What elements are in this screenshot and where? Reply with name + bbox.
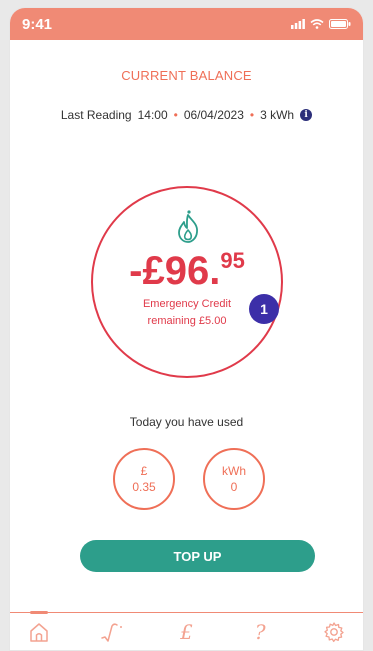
pound-icon: £ [180, 619, 193, 644]
last-reading-time: 14:00 [137, 108, 168, 122]
nav-settings[interactable] [321, 619, 347, 645]
usage-summary: £ 0.35 kWh 0 [113, 448, 265, 510]
balance-heading: CURRENT BALANCE [121, 68, 252, 83]
today-used-label: Today you have used [129, 415, 244, 429]
phone-screen: 9:41 CURRENT BALANCE Last Reading 14:00 [9, 7, 364, 651]
usage-money-circle: £ 0.35 [113, 448, 175, 510]
nav-usage[interactable] [100, 619, 126, 645]
usage-money-value: 0.35 [132, 480, 156, 494]
info-icon[interactable]: i [300, 109, 313, 121]
status-time: 9:41 [22, 15, 53, 33]
usage-money-unit: £ [140, 464, 148, 478]
bottom-nav: £ ? [10, 610, 363, 650]
last-reading-kwh: 3 kWh [260, 108, 295, 122]
nav-help[interactable]: ? [247, 619, 273, 645]
usage-energy-value: 0 [230, 480, 238, 494]
wifi-icon [310, 19, 324, 29]
status-bar: 9:41 [10, 8, 363, 40]
balance-circle: -£96.95 Emergency Credit remaining £5.00… [91, 186, 283, 378]
nav-payments[interactable]: £ [174, 619, 200, 645]
help-icon: ? [254, 619, 266, 644]
flame-icon [178, 210, 198, 243]
nav-active-indicator [30, 610, 48, 614]
signal-icon [291, 19, 305, 29]
last-reading-label: Last Reading [60, 108, 132, 122]
status-icons [291, 19, 351, 29]
balance-amount: -£96.95 [93, 248, 281, 294]
last-reading: Last Reading 14:00 • 06/04/2023 • 3 kWh … [10, 108, 363, 122]
home-icon [30, 622, 48, 642]
gear-icon [324, 621, 344, 642]
battery-icon [329, 19, 351, 29]
nav-home[interactable] [26, 610, 52, 645]
last-reading-date: 06/04/2023 [183, 108, 244, 122]
chart-icon [101, 622, 122, 642]
usage-energy-circle: kWh 0 [203, 448, 265, 510]
balance-amount-main: -£96. [129, 249, 221, 293]
usage-energy-unit: kWh [222, 464, 246, 478]
balance-amount-cents: 95 [220, 248, 245, 273]
notification-badge[interactable]: 1 [249, 294, 279, 324]
separator-dot: • [173, 108, 178, 122]
top-up-button[interactable]: TOP UP [80, 540, 315, 572]
separator-dot: • [249, 108, 255, 122]
